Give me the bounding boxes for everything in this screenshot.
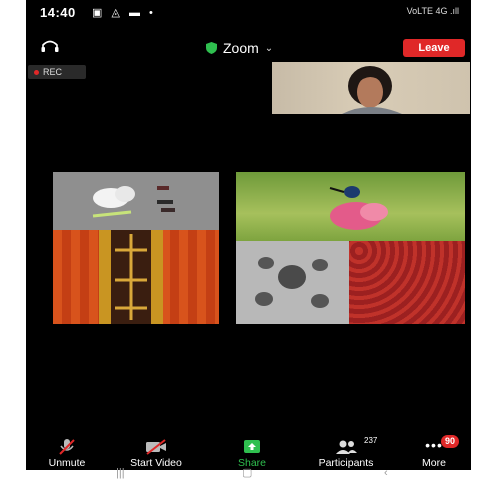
- start-video-button[interactable]: Start Video: [116, 436, 196, 469]
- back-icon[interactable]: ‹: [384, 468, 388, 479]
- participants-label: Participants: [318, 457, 374, 469]
- microphone-muted-icon: [59, 439, 75, 455]
- phone-screen: 14:40 ▣ ◬ ▬ • VoLTE 4G .ıll Zoom ⌄ Leave…: [26, 0, 471, 470]
- participants-button[interactable]: 237 Participants: [306, 436, 386, 469]
- meeting-top-bar: Zoom ⌄ Leave: [26, 30, 471, 62]
- android-navigation-bar: ||| ▢ ‹: [0, 468, 482, 481]
- notification-icons: ▣ ◬ ▬ •: [92, 7, 156, 19]
- shared-image-red-block-print: [53, 230, 219, 324]
- record-dot-icon: [34, 69, 39, 75]
- participant-avatar: [342, 66, 402, 114]
- home-icon[interactable]: ▢: [242, 468, 252, 479]
- meeting-title[interactable]: Zoom ⌄: [206, 40, 273, 56]
- status-time: 14:40: [40, 5, 76, 20]
- recent-apps-icon[interactable]: |||: [116, 468, 125, 479]
- more-notification-badge: 90: [441, 435, 460, 448]
- shared-image-printed-fabric: [349, 241, 465, 324]
- more-label: More: [422, 457, 446, 469]
- chevron-down-icon: ⌄: [264, 42, 274, 54]
- shield-icon: [206, 42, 217, 54]
- shared-screen-content: [53, 172, 465, 324]
- participant-video-thumbnail[interactable]: [272, 62, 470, 114]
- leave-button[interactable]: Leave: [403, 39, 465, 57]
- start-video-label: Start Video: [130, 457, 182, 469]
- unmute-button[interactable]: Unmute: [27, 436, 107, 469]
- unmute-label: Unmute: [48, 457, 86, 469]
- shared-image-sunbird-on-flowers: [236, 172, 465, 241]
- share-arrow-icon: [244, 440, 260, 453]
- share-button[interactable]: Share: [212, 436, 292, 469]
- video-camera-off-icon: [146, 439, 166, 455]
- shared-image-wooden-stamp: [236, 241, 349, 324]
- meeting-controls-bar: Unmute Start Video Share 237 Participant…: [26, 435, 471, 470]
- more-button[interactable]: ••• 90 More: [401, 435, 467, 469]
- status-bar: 14:40 ▣ ◬ ▬ • VoLTE 4G .ıll: [26, 0, 471, 26]
- recording-label: REC: [43, 67, 63, 77]
- speaker-icon[interactable]: [40, 39, 60, 53]
- recording-indicator: REC: [28, 65, 86, 79]
- shared-image-flower-petals: [53, 172, 219, 230]
- participants-icon: [336, 440, 357, 454]
- participants-count: 237: [364, 436, 378, 445]
- meeting-title-label: Zoom: [223, 40, 259, 56]
- network-indicator: VoLTE 4G .ıll: [406, 6, 459, 16]
